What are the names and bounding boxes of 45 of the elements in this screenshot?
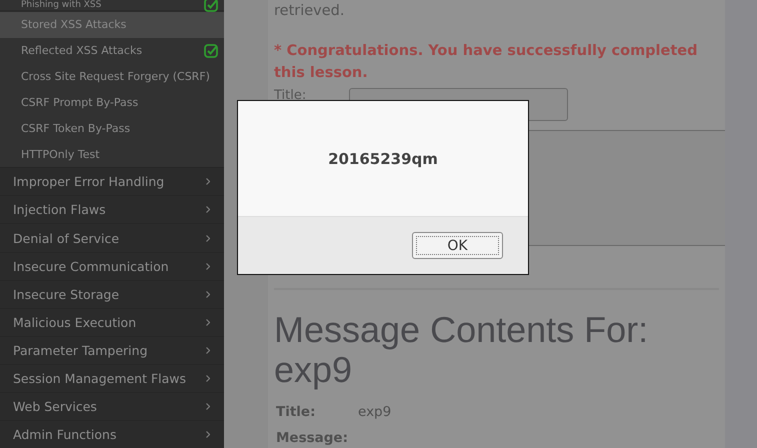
chevron-icon: [206, 346, 210, 354]
sidebar-category-label: Injection Flaws: [13, 202, 107, 218]
sidebar-item-label: HTTPOnly Test: [21, 148, 101, 161]
detail-label: Title:: [275, 403, 316, 422]
message-heading: Message Contents For: exp9: [274, 310, 650, 390]
sidebar-item-label: Reflected XSS Attacks: [21, 44, 144, 58]
intro-text: retrieved.: [274, 3, 346, 19]
detail-value: exp9: [358, 403, 392, 422]
sidebar-item[interactable]: Phishing with XSS: [0, 0, 224, 12]
sidebar-category-label: Admin Functions: [13, 426, 118, 442]
sidebar-item-label: CSRF Prompt By-Pass: [21, 96, 140, 110]
sidebar-item-label: CSRF Token By-Pass: [21, 122, 132, 135]
success-message: * Congratulations. You have successfully completed this lesson.: [274, 42, 699, 83]
sidebar-item-label: Cross Site Request Forgery (CSRF): [21, 70, 211, 84]
sidebar-category-label: Malicious Execution: [13, 314, 138, 330]
title-label: Title:: [274, 88, 308, 103]
sidebar-item-label: Stored XSS Attacks: [21, 18, 128, 32]
chevron-icon: [206, 206, 210, 214]
sidebar-item[interactable]: Cross Site Request Forgery (CSRF): [0, 64, 224, 90]
ok-button[interactable]: OK: [412, 232, 503, 259]
sidebar-item[interactable]: HTTPOnly Test: [0, 141, 224, 168]
chevron-icon: [206, 374, 210, 382]
sidebar-category-label: Session Management Flaws: [13, 370, 188, 386]
sidebar-item-label: Phishing with XSS: [21, 0, 102, 10]
sidebar-item[interactable]: Stored XSS Attacks: [0, 12, 224, 38]
chevron-icon: [206, 234, 210, 242]
alert-message: 20165239qm: [327, 148, 439, 170]
chevron-icon: [206, 262, 210, 270]
sidebar-category-label: Denial of Service: [13, 230, 120, 246]
sidebar-category-label: Improper Error Handling: [13, 174, 166, 190]
sidebar-category-label: Insecure Communication: [13, 258, 170, 274]
detail-label: Message:: [275, 429, 349, 448]
chevron-icon: [206, 430, 210, 438]
chevron-icon: [206, 178, 210, 186]
sidebar-category-label: Web Services: [13, 398, 98, 414]
sidebar-item[interactable]: CSRF Prompt By-Pass: [0, 90, 224, 116]
chevron-icon: [206, 290, 210, 298]
checkmark-icon: [204, 0, 218, 12]
chevron-icon: [206, 318, 210, 326]
checkmark-icon: [204, 44, 218, 58]
sidebar-category-label: Parameter Tampering: [13, 342, 149, 358]
chevron-icon: [206, 402, 210, 410]
sidebar-item[interactable]: CSRF Token By-Pass: [0, 116, 224, 142]
sidebar-item[interactable]: Reflected XSS Attacks: [0, 38, 224, 64]
sidebar-category-label: Insecure Storage: [13, 286, 120, 302]
